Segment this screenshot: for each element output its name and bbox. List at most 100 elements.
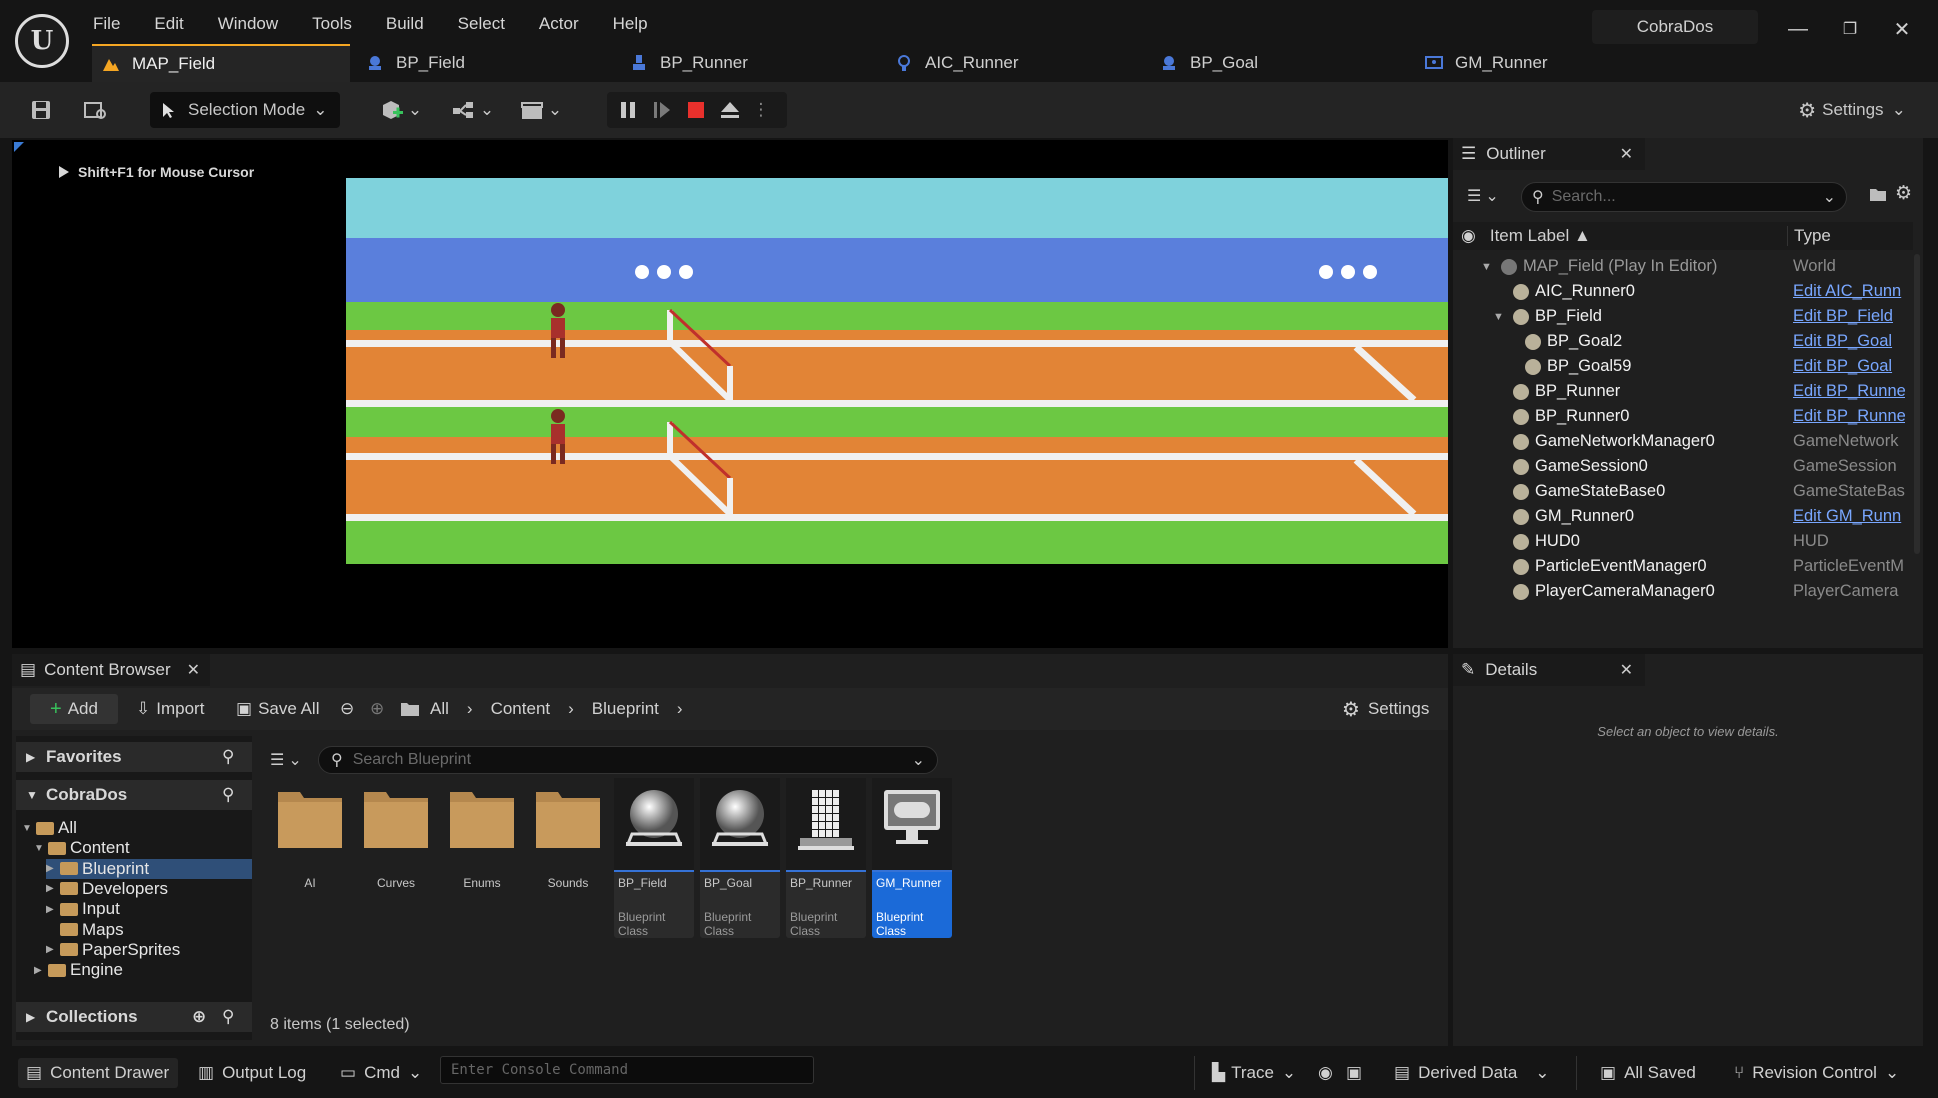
tab-bp-goal[interactable]: BP_Goal: [1160, 44, 1258, 82]
edit-blueprint-link[interactable]: Edit BP_Goal: [1793, 357, 1905, 376]
cinematics-icon[interactable]: ⌄: [516, 92, 566, 128]
tree-item[interactable]: Maps: [46, 920, 124, 940]
content-drawer-button[interactable]: ▤ Content Drawer: [18, 1058, 178, 1088]
forward-icon[interactable]: ⊕: [370, 694, 384, 724]
visibility-eye-icon[interactable]: ◉: [1461, 226, 1476, 246]
chevron-icon[interactable]: ▶: [46, 883, 60, 894]
tree-item[interactable]: ▶ Developers: [46, 879, 168, 899]
close-icon[interactable]: ✕: [1620, 660, 1633, 680]
chevron-icon[interactable]: ▶: [34, 965, 48, 976]
back-icon[interactable]: ⊖: [340, 694, 354, 724]
eject-icon[interactable]: [717, 92, 743, 128]
gear-icon[interactable]: ⚙: [1895, 182, 1912, 205]
menu-tools[interactable]: Tools: [312, 14, 352, 34]
outliner-row[interactable]: ParticleEventManager0 ParticleEventM: [1453, 554, 1913, 579]
outliner-row[interactable]: GameNetworkManager0 GameNetwork: [1453, 429, 1913, 454]
save-icon[interactable]: [24, 92, 58, 128]
console-command-input[interactable]: Enter Console Command: [440, 1056, 814, 1084]
chevron-icon[interactable]: ▶: [46, 904, 60, 915]
browse-content-icon[interactable]: [78, 92, 114, 128]
add-collection-icon[interactable]: ⊕: [192, 1007, 206, 1027]
chevron-right-icon[interactable]: ›: [677, 699, 683, 719]
asset-tile[interactable]: BP_Goal Blueprint Class: [700, 778, 780, 938]
outliner-row[interactable]: AIC_Runner0 Edit AIC_Runn: [1453, 279, 1913, 304]
tree-item[interactable]: ▶ Engine: [34, 960, 123, 980]
revision-control-dropdown[interactable]: ⑂ Revision Control ⌄: [1734, 1058, 1899, 1088]
tab-bp-runner[interactable]: BP_Runner: [630, 44, 748, 82]
tab-map-field[interactable]: MAP_Field: [92, 44, 350, 82]
asset-tile[interactable]: BP_Runner Blueprint Class: [786, 778, 866, 938]
outliner-scrollbar[interactable]: [1914, 254, 1920, 554]
outliner-row[interactable]: GameSession0 GameSession: [1453, 454, 1913, 479]
col-item-label[interactable]: Item Label ▲: [1490, 226, 1591, 246]
search-icon[interactable]: ⚲: [222, 747, 234, 767]
tree-item[interactable]: ▶ Blueprint: [46, 858, 252, 879]
project-header[interactable]: ▼ CobraDos ⚲: [16, 780, 252, 810]
blueprint-menu-icon[interactable]: ⌄: [448, 92, 498, 128]
stop-icon[interactable]: [683, 92, 709, 128]
record-icon[interactable]: ◉: [1318, 1058, 1333, 1088]
asset-tile[interactable]: Sounds: [528, 778, 608, 938]
filter-dropdown[interactable]: ☰ ⌄: [270, 750, 302, 770]
outliner-row[interactable]: BP_Runner Edit BP_Runne: [1453, 379, 1913, 404]
menu-actor[interactable]: Actor: [539, 14, 579, 34]
screenshot-icon[interactable]: ▣: [1346, 1058, 1362, 1088]
chevron-down-icon[interactable]: ▼: [1493, 311, 1504, 323]
cb-settings-button[interactable]: ⚙ Settings: [1342, 694, 1429, 724]
edit-blueprint-link[interactable]: Edit BP_Runne: [1793, 382, 1905, 401]
close-window-button[interactable]: ✕: [1884, 14, 1920, 44]
tab-aic-runner[interactable]: AIC_Runner: [895, 44, 1019, 82]
derived-data-dropdown[interactable]: ▤ Derived Data ⌄: [1394, 1058, 1550, 1088]
menu-edit[interactable]: Edit: [154, 14, 183, 34]
col-type[interactable]: Type: [1787, 226, 1831, 246]
filter-dropdown[interactable]: ☰ ⌄: [1467, 186, 1499, 206]
folder-icon[interactable]: [400, 694, 420, 724]
menu-file[interactable]: File: [93, 14, 120, 34]
details-tab[interactable]: ✎ Details ✕: [1453, 654, 1645, 686]
outliner-row[interactable]: GM_Runner0 Edit GM_Runn: [1453, 504, 1913, 529]
close-icon[interactable]: ✕: [1620, 144, 1633, 164]
settings-button[interactable]: ⚙ Settings ⌄: [1792, 92, 1912, 128]
tab-gm-runner[interactable]: GM_Runner: [1425, 44, 1548, 82]
add-actor-icon[interactable]: ⌄: [376, 92, 426, 128]
chevron-icon[interactable]: ▼: [34, 843, 48, 854]
outliner-row[interactable]: BP_Goal59 Edit BP_Goal: [1453, 354, 1913, 379]
asset-tile[interactable]: Curves: [356, 778, 436, 938]
asset-tile[interactable]: AI: [270, 778, 350, 938]
tree-item[interactable]: ▶ PaperSprites: [46, 940, 180, 960]
edit-blueprint-link[interactable]: Edit BP_Field: [1793, 307, 1905, 326]
menu-select[interactable]: Select: [458, 14, 505, 34]
asset-tile[interactable]: Enums: [442, 778, 522, 938]
edit-blueprint-link[interactable]: Edit BP_Runne: [1793, 407, 1905, 426]
chevron-icon[interactable]: ▼: [22, 823, 36, 834]
add-button[interactable]: + Add: [30, 694, 118, 724]
outliner-row[interactable]: ▼ MAP_Field (Play In Editor) World: [1453, 254, 1913, 279]
tree-item[interactable]: ▼ All: [22, 818, 77, 838]
frame-skip-icon[interactable]: [649, 92, 675, 128]
outliner-row[interactable]: HUD0 HUD: [1453, 529, 1913, 554]
outliner-row[interactable]: PlayerCameraManager0 PlayerCamera: [1453, 579, 1913, 604]
new-folder-icon[interactable]: [1869, 186, 1887, 207]
level-viewport[interactable]: Shift+F1 for Mouse Cursor: [12, 140, 1448, 648]
output-log-button[interactable]: ▥ Output Log: [198, 1058, 306, 1088]
close-icon[interactable]: ✕: [187, 660, 200, 680]
favorites-header[interactable]: ▶ Favorites ⚲: [16, 742, 252, 772]
selection-mode-dropdown[interactable]: Selection Mode ⌄: [150, 92, 340, 128]
tab-bp-field[interactable]: BP_Field: [366, 44, 465, 82]
pause-icon[interactable]: [615, 92, 641, 128]
outliner-row[interactable]: GameStateBase0 GameStateBas: [1453, 479, 1913, 504]
outliner-row[interactable]: BP_Runner0 Edit BP_Runne: [1453, 404, 1913, 429]
chevron-icon[interactable]: ▶: [46, 944, 60, 955]
chevron-icon[interactable]: ▶: [46, 863, 60, 874]
menu-build[interactable]: Build: [386, 14, 424, 34]
unreal-logo-icon[interactable]: U: [15, 14, 69, 68]
outliner-row[interactable]: ▼ BP_Field Edit BP_Field: [1453, 304, 1913, 329]
more-options-icon[interactable]: ⋮: [751, 92, 771, 128]
tree-item[interactable]: ▶ Input: [46, 899, 120, 919]
edit-blueprint-link[interactable]: Edit GM_Runn: [1793, 507, 1905, 526]
asset-tile[interactable]: BP_Field Blueprint Class: [614, 778, 694, 938]
menu-help[interactable]: Help: [613, 14, 648, 34]
breadcrumb-blueprint[interactable]: Blueprint: [592, 699, 659, 719]
tree-item[interactable]: ▼ Content: [34, 838, 130, 858]
trace-dropdown[interactable]: ▙ Trace ⌄: [1212, 1058, 1296, 1088]
